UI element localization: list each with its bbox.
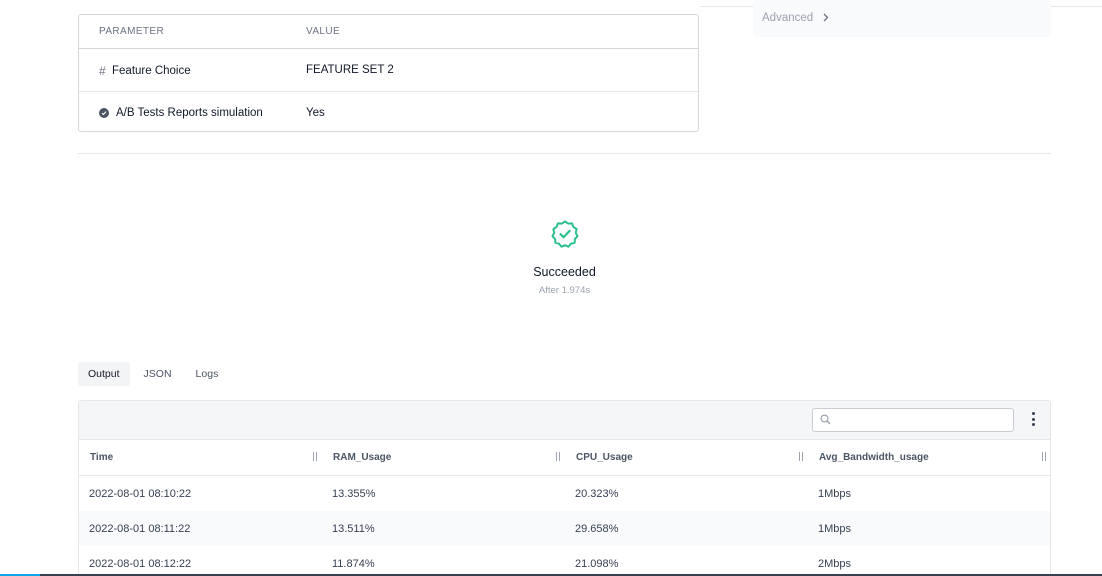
cpu-usage-cell: 29.658%: [575, 523, 619, 535]
grid-search: [812, 408, 1014, 432]
ram-usage-cell: 13.355%: [332, 488, 376, 500]
ram-usage-cell: 13.511%: [332, 523, 375, 535]
parameters-table: PARAMETER VALUE # Feature Choice FEATURE…: [78, 14, 699, 132]
parameter-name: A/B Tests Reports simulation: [116, 107, 263, 119]
parameter-row: A/B Tests Reports simulation Yes: [79, 91, 698, 134]
table-row[interactable]: 2022-08-01 08:11:22 13.511% 29.658% 1Mbp…: [79, 511, 1050, 546]
parameter-value: FEATURE SET 2: [306, 64, 394, 76]
advanced-label: Advanced: [762, 12, 814, 24]
grid-search-input[interactable]: [835, 411, 1009, 431]
chevron-right-icon: [823, 13, 829, 22]
bandwidth-cell: 2Mbps: [818, 558, 852, 570]
status-title: Succeeded: [533, 265, 596, 279]
parameters-table-header: PARAMETER VALUE: [79, 15, 698, 49]
search-icon: [820, 414, 831, 425]
parameter-name: Feature Choice: [112, 65, 191, 77]
column-resize-handle[interactable]: [1042, 452, 1047, 461]
tab-output[interactable]: Output: [78, 362, 130, 386]
table-row[interactable]: 2022-08-01 08:12:22 11.874% 21.098% 2Mbp…: [79, 546, 1050, 576]
cpu-usage-cell: 21.098%: [575, 558, 619, 570]
column-header-label: Avg_Bandwidth_usage: [819, 452, 929, 463]
column-resize-handle[interactable]: [313, 452, 318, 461]
column-header-label: CPU_Usage: [576, 452, 633, 463]
run-details-page: PARAMETER VALUE # Feature Choice FEATURE…: [0, 0, 1102, 576]
success-badge-icon: [551, 220, 579, 248]
tab-logs[interactable]: Logs: [186, 362, 229, 386]
parameter-column-header: PARAMETER: [99, 26, 165, 37]
column-header-avg-bandwidth-usage[interactable]: Avg_Bandwidth_usage: [808, 440, 1050, 475]
value-column-header: VALUE: [306, 26, 341, 37]
column-header-time[interactable]: Time: [79, 440, 322, 475]
advanced-section-toggle[interactable]: Advanced: [753, 0, 1051, 37]
time-cell: 2022-08-01 08:11:22: [89, 523, 191, 535]
column-header-label: RAM_Usage: [333, 452, 392, 463]
hash-icon: #: [99, 64, 106, 78]
more-options-icon[interactable]: [1029, 412, 1037, 428]
column-resize-handle[interactable]: [556, 452, 561, 461]
cpu-usage-cell: 20.323%: [575, 488, 619, 500]
output-data-grid: Time RAM_Usage CPU_Usage Avg_Bandwidth_u…: [78, 400, 1051, 576]
time-cell: 2022-08-01 08:10:22: [89, 488, 192, 500]
table-row[interactable]: 2022-08-01 08:10:22 13.355% 20.323% 1Mbp…: [79, 476, 1050, 511]
time-cell: 2022-08-01 08:12:22: [89, 558, 192, 570]
tab-json[interactable]: JSON: [134, 362, 182, 386]
ram-usage-cell: 11.874%: [332, 558, 375, 570]
bandwidth-cell: 1Mbps: [818, 488, 852, 500]
bandwidth-cell: 1Mbps: [818, 523, 852, 535]
grid-toolbar: [79, 401, 1050, 440]
section-divider: [78, 153, 1051, 154]
status-duration: After 1.974s: [538, 285, 591, 296]
output-tabs: Output JSON Logs: [78, 362, 228, 386]
column-header-ram-usage[interactable]: RAM_Usage: [322, 440, 565, 475]
grid-header-row: Time RAM_Usage CPU_Usage Avg_Bandwidth_u…: [79, 440, 1050, 476]
parameter-row: # Feature Choice FEATURE SET 2: [79, 49, 698, 91]
check-circle-icon: [99, 108, 109, 118]
column-header-label: Time: [90, 452, 114, 463]
column-resize-handle[interactable]: [799, 452, 804, 461]
column-header-cpu-usage[interactable]: CPU_Usage: [565, 440, 808, 475]
parameter-value: Yes: [306, 107, 325, 119]
